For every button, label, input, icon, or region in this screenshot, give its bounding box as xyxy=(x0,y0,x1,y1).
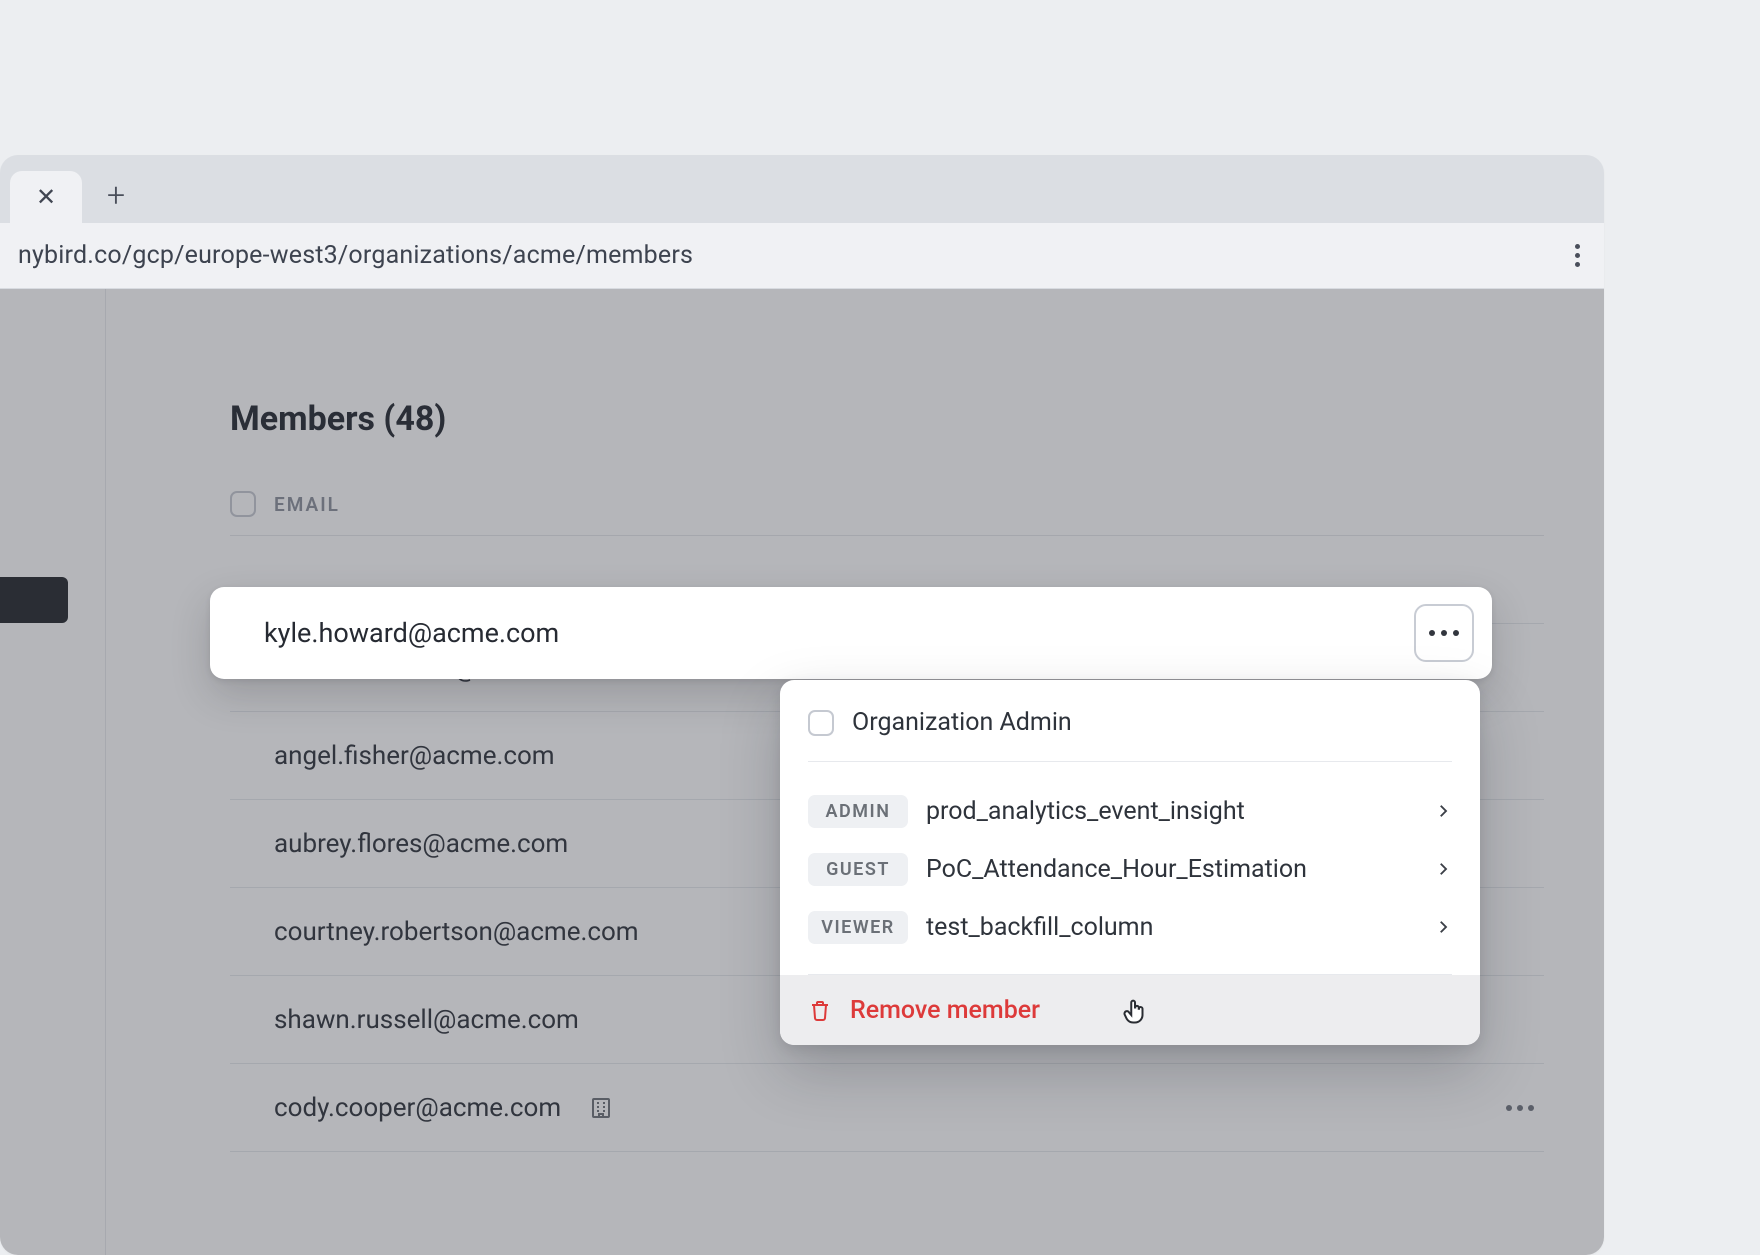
members-table-header: EMAIL xyxy=(230,491,1544,536)
row-actions-button[interactable] xyxy=(1414,604,1474,662)
role-pill: GUEST xyxy=(808,853,908,886)
member-email: courtney.robertson@acme.com xyxy=(230,917,639,947)
url-text[interactable]: nybird.co/gcp/europe-west3/organizations… xyxy=(18,241,693,270)
kebab-menu-icon[interactable] xyxy=(1569,238,1586,273)
project-role-row[interactable]: VIEWER test_backfill_column xyxy=(808,898,1452,956)
role-pill: ADMIN xyxy=(808,795,908,828)
page-title: Members (48) xyxy=(230,399,1544,439)
chevron-right-icon xyxy=(1434,918,1452,936)
member-email: kyle.howard@acme.com xyxy=(264,617,559,649)
close-icon[interactable]: ✕ xyxy=(32,183,60,211)
member-email: angel.fisher@acme.com xyxy=(230,741,555,771)
org-admin-checkbox[interactable] xyxy=(808,710,834,736)
project-name: prod_analytics_event_insight xyxy=(926,797,1245,826)
org-admin-toggle-row[interactable]: Organization Admin xyxy=(808,700,1452,762)
project-role-list: ADMIN prod_analytics_event_insight GUEST… xyxy=(808,762,1452,975)
selected-member-row[interactable]: kyle.howard@acme.com xyxy=(210,587,1492,679)
browser-tab-strip: ✕ + xyxy=(0,155,1604,223)
new-tab-button[interactable]: + xyxy=(96,175,136,215)
member-count: 48 xyxy=(395,399,434,439)
project-role-row[interactable]: ADMIN prod_analytics_event_insight xyxy=(808,782,1452,840)
browser-tab-active[interactable]: ✕ xyxy=(10,171,82,223)
role-pill: VIEWER xyxy=(808,911,908,944)
remove-member-button[interactable]: Remove member xyxy=(780,975,1480,1045)
sidebar-active-indicator[interactable] xyxy=(0,577,68,623)
member-email: cody.cooper@acme.com xyxy=(230,1093,561,1123)
member-actions-popover: Organization Admin ADMIN prod_analytics_… xyxy=(780,680,1480,1045)
org-admin-label: Organization Admin xyxy=(852,708,1072,737)
project-role-row[interactable]: GUEST PoC_Attendance_Hour_Estimation xyxy=(808,840,1452,898)
table-row[interactable]: cody.cooper@acme.com xyxy=(230,1064,1544,1152)
select-all-checkbox[interactable] xyxy=(230,491,256,517)
page-title-text: Members xyxy=(230,399,375,439)
pointer-cursor-icon xyxy=(1120,995,1150,1025)
browser-url-bar: nybird.co/gcp/europe-west3/organizations… xyxy=(0,223,1604,289)
building-icon xyxy=(589,1096,613,1120)
chevron-right-icon xyxy=(1434,802,1452,820)
trash-icon xyxy=(808,998,832,1022)
project-name: PoC_Attendance_Hour_Estimation xyxy=(926,855,1307,884)
row-actions-button[interactable] xyxy=(1506,1105,1534,1111)
column-header-email: EMAIL xyxy=(274,493,340,516)
sidebar-divider xyxy=(105,289,106,1255)
member-email: aubrey.flores@acme.com xyxy=(230,829,568,859)
member-email: shawn.russell@acme.com xyxy=(230,1005,579,1035)
chevron-right-icon xyxy=(1434,860,1452,878)
project-name: test_backfill_column xyxy=(926,913,1153,942)
remove-member-label: Remove member xyxy=(850,996,1040,1025)
